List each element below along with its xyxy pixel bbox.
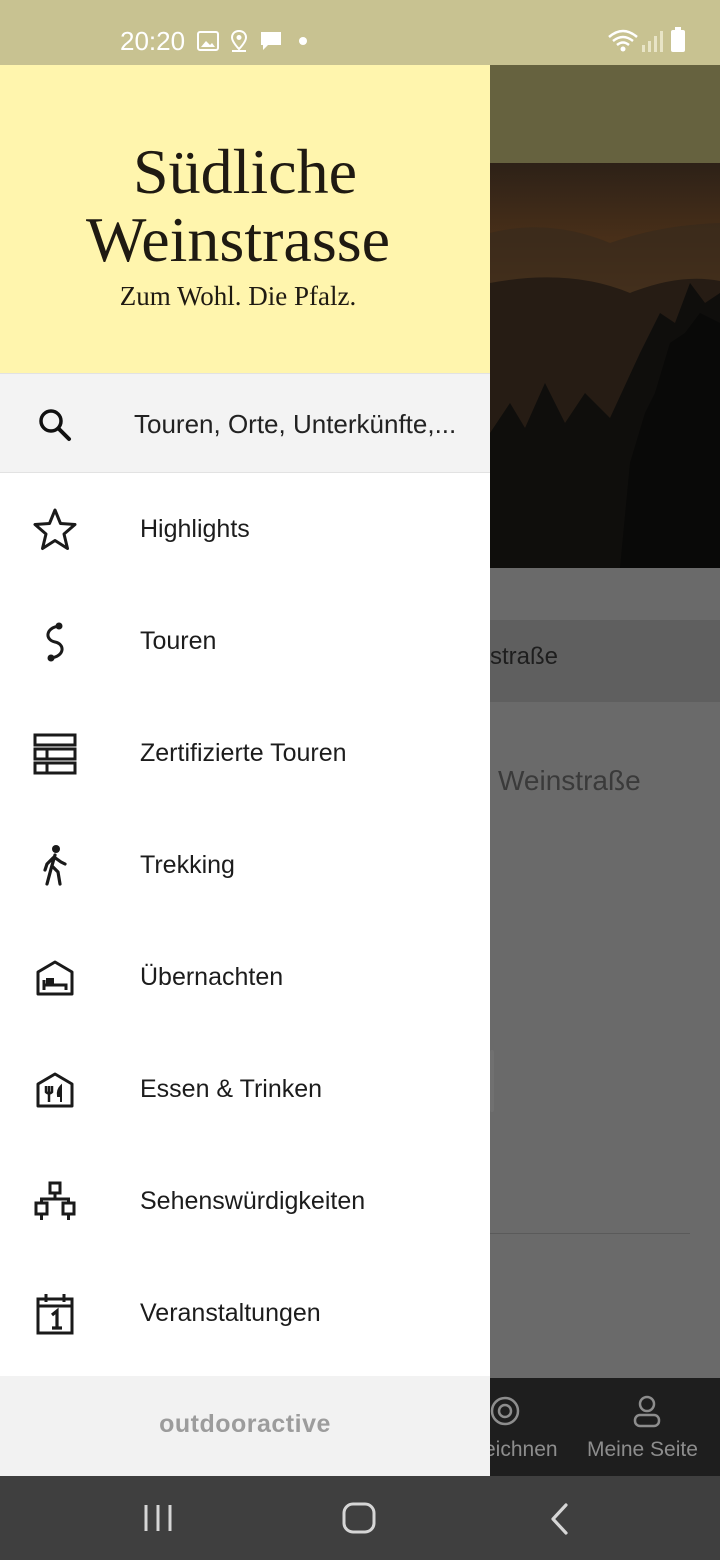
battery-icon	[671, 27, 685, 52]
menu-item-essen-trinken[interactable]: Essen & Trinken	[0, 1034, 490, 1146]
star-icon	[33, 508, 77, 550]
message-icon	[261, 32, 281, 50]
drawer-header: Südliche Weinstrasse Zum Wohl. Die Pfalz…	[0, 65, 490, 373]
bg-subtitle: Weinstraße	[498, 765, 641, 796]
bottom-nav-label-my-page: Meine Seite	[587, 1438, 698, 1461]
menu-item-touren[interactable]: Touren	[0, 586, 490, 698]
bg-app-header	[490, 65, 720, 163]
logo-tagline: Zum Wohl. Die Pfalz.	[120, 281, 357, 307]
menu-item-highlights[interactable]: Highlights	[0, 474, 490, 586]
background-app: straße Weinstraße eichnen Meine Seite	[490, 65, 720, 1476]
menu-label-highlights: Highlights	[140, 515, 250, 543]
dot-icon	[299, 37, 307, 45]
menu-item-trekking[interactable]: Trekking	[0, 810, 490, 922]
menu-label-uebernachten: Übernachten	[140, 963, 284, 991]
hiker-icon	[43, 845, 67, 886]
menu-item-zertifizierte-touren[interactable]: Zertifizierte Touren	[0, 698, 490, 810]
bg-section-title: straße	[490, 643, 559, 670]
menu-label-veranstaltungen: Veranstaltungen	[140, 1299, 321, 1327]
logo-line1: Südliche	[133, 137, 357, 207]
menu-label-trekking: Trekking	[140, 851, 235, 879]
menu-label-touren: Touren	[140, 627, 217, 655]
status-time: 20:20	[120, 26, 186, 56]
logo-line2: Weinstrasse	[86, 204, 390, 275]
search-input[interactable]: Touren, Orte, Unterkünfte,...	[134, 409, 484, 440]
bg-card-edge	[490, 1050, 494, 1112]
suedliche-weinstrasse-logo: Südliche Weinstrasse Zum Wohl. Die Pfalz…	[86, 137, 390, 307]
signal-icon	[642, 31, 663, 52]
sights-icon	[34, 1181, 76, 1220]
recents-button[interactable]	[140, 1502, 176, 1534]
hero-image	[490, 163, 720, 568]
bg-divider	[490, 1233, 690, 1234]
home-button[interactable]	[340, 1500, 378, 1536]
status-bar: 20:20	[0, 0, 720, 65]
restaurant-icon	[36, 1072, 74, 1108]
record-icon	[490, 1396, 520, 1426]
wifi-icon	[608, 29, 638, 52]
menu-item-uebernachten[interactable]: Übernachten	[0, 922, 490, 1034]
outdooractive-logo: outdooractive	[159, 1410, 331, 1438]
bed-icon	[36, 960, 74, 996]
menu-label-sehenswuerdigkeiten: Sehenswürdigkeiten	[140, 1187, 366, 1215]
image-icon	[197, 31, 219, 51]
search-icon	[39, 409, 71, 441]
system-nav-bar	[0, 1476, 720, 1560]
menu-label-essen-trinken: Essen & Trinken	[140, 1075, 323, 1103]
menu-item-sehenswuerdigkeiten[interactable]: Sehenswürdigkeiten	[0, 1146, 490, 1258]
landscape-image	[490, 223, 720, 568]
route-icon	[46, 622, 64, 662]
menu-item-veranstaltungen[interactable]: Veranstaltungen	[0, 1258, 490, 1370]
menu-label-zertifizierte-touren: Zertifizierte Touren	[140, 739, 347, 767]
certified-tours-icon	[33, 733, 77, 775]
bottom-nav-label-record: eichnen	[490, 1438, 558, 1461]
location-icon	[230, 29, 248, 52]
drawer-footer: outdooractive	[0, 1376, 490, 1476]
bg-bottom-nav: eichnen Meine Seite	[490, 1378, 720, 1476]
back-button[interactable]	[546, 1502, 572, 1536]
calendar-icon	[36, 1294, 74, 1335]
search-bar[interactable]: Touren, Orte, Unterkünfte,...	[0, 373, 490, 473]
user-icon	[633, 1395, 661, 1428]
navigation-drawer: Südliche Weinstrasse Zum Wohl. Die Pfalz…	[0, 65, 490, 1476]
